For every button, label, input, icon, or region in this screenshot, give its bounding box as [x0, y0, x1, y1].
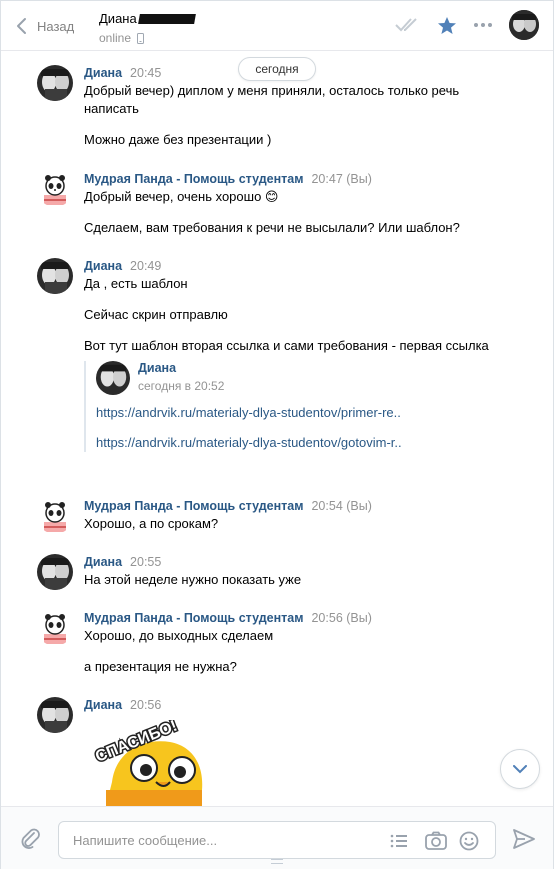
message-time: 20:56: [130, 698, 162, 712]
forwarded-link[interactable]: https://andrvik.ru/materialy-dlya-studen…: [96, 434, 416, 452]
avatar[interactable]: [96, 361, 130, 395]
message-time: 20:54 (Вы): [311, 499, 372, 513]
forwarded-link[interactable]: https://andrvik.ru/materialy-dlya-studen…: [96, 404, 416, 422]
message-author[interactable]: Диана: [84, 554, 122, 570]
star-icon[interactable]: [437, 16, 457, 35]
double-check-icon[interactable]: [395, 17, 421, 33]
message-input-box: [58, 821, 496, 859]
message-text: Да , есть шаблон: [84, 276, 188, 291]
avatar[interactable]: [37, 498, 73, 534]
resize-grip[interactable]: [271, 859, 283, 864]
message-time: 20:55: [130, 555, 162, 569]
message-text: Добрый вечер, очень хорошо 😊: [84, 189, 279, 204]
message-author[interactable]: Диана: [84, 258, 122, 274]
phone-icon: [137, 32, 145, 44]
forwarded-message: Диана сегодня в 20:52 https://andrvik.ru…: [84, 361, 504, 452]
message-text: Добрый вечер) диплом у меня приняли, ост…: [84, 83, 460, 116]
chat-header: Назад Диана online: [1, 1, 553, 51]
message-time: 20:45: [130, 66, 162, 80]
scroll-down-button[interactable]: [500, 749, 540, 789]
peer-status: online: [99, 31, 132, 45]
back-label: Назад: [37, 18, 75, 34]
avatar[interactable]: [37, 65, 73, 101]
avatar[interactable]: [37, 171, 73, 207]
forwarded-author[interactable]: Диана: [138, 361, 224, 375]
message-text: На этой неделе нужно показать уже: [84, 572, 302, 587]
message-author[interactable]: Мудрая Панда - Помощь студентам: [84, 171, 303, 187]
camera-icon[interactable]: [425, 831, 447, 856]
sticker[interactable]: СПАСИБО!: [84, 720, 214, 806]
back-button[interactable]: Назад: [15, 15, 74, 37]
message-text: а презентация не нужна?: [84, 659, 237, 674]
avatar[interactable]: [37, 554, 73, 590]
message-text: Можно даже без презентации ): [84, 132, 272, 147]
avatar[interactable]: [37, 258, 73, 294]
message-time: 20:47 (Вы): [311, 172, 372, 186]
list-icon[interactable]: [389, 831, 409, 856]
message-author[interactable]: Диана: [84, 697, 122, 713]
forwarded-time: сегодня в 20:52: [138, 379, 225, 393]
peer-info[interactable]: Диана online: [99, 11, 196, 45]
emoji-icon[interactable]: [459, 831, 479, 856]
message-text: Хорошо, а по срокам?: [84, 516, 219, 531]
attach-icon[interactable]: [19, 827, 41, 854]
message-author[interactable]: Мудрая Панда - Помощь студентам: [84, 498, 303, 514]
message-text: Хорошо, до выходных сделаем: [84, 628, 274, 643]
avatar[interactable]: [37, 610, 73, 646]
peer-avatar[interactable]: [509, 10, 539, 40]
more-icon[interactable]: [473, 22, 493, 28]
avatar[interactable]: [37, 697, 73, 733]
message-text: Сейчас скрин отправлю: [84, 307, 228, 322]
message-author[interactable]: Диана: [84, 65, 122, 81]
peer-name: Диана: [99, 11, 137, 26]
message-time: 20:56 (Вы): [311, 611, 372, 625]
message-input[interactable]: [59, 822, 379, 858]
redaction-bar: [137, 13, 196, 24]
send-icon[interactable]: [513, 829, 535, 854]
message-text: Вот тут шаблон вторая ссылка и сами треб…: [84, 338, 489, 353]
chat-window: Назад Диана online сегодня Диана 20:45 Д…: [0, 0, 554, 869]
chevron-left-icon: [17, 18, 26, 34]
chevron-down-icon: [513, 764, 527, 773]
message-time: 20:49: [130, 259, 162, 273]
message-text: Сделаем, вам требования к речи не высыла…: [84, 220, 460, 235]
message-author[interactable]: Мудрая Панда - Помощь студентам: [84, 610, 303, 626]
